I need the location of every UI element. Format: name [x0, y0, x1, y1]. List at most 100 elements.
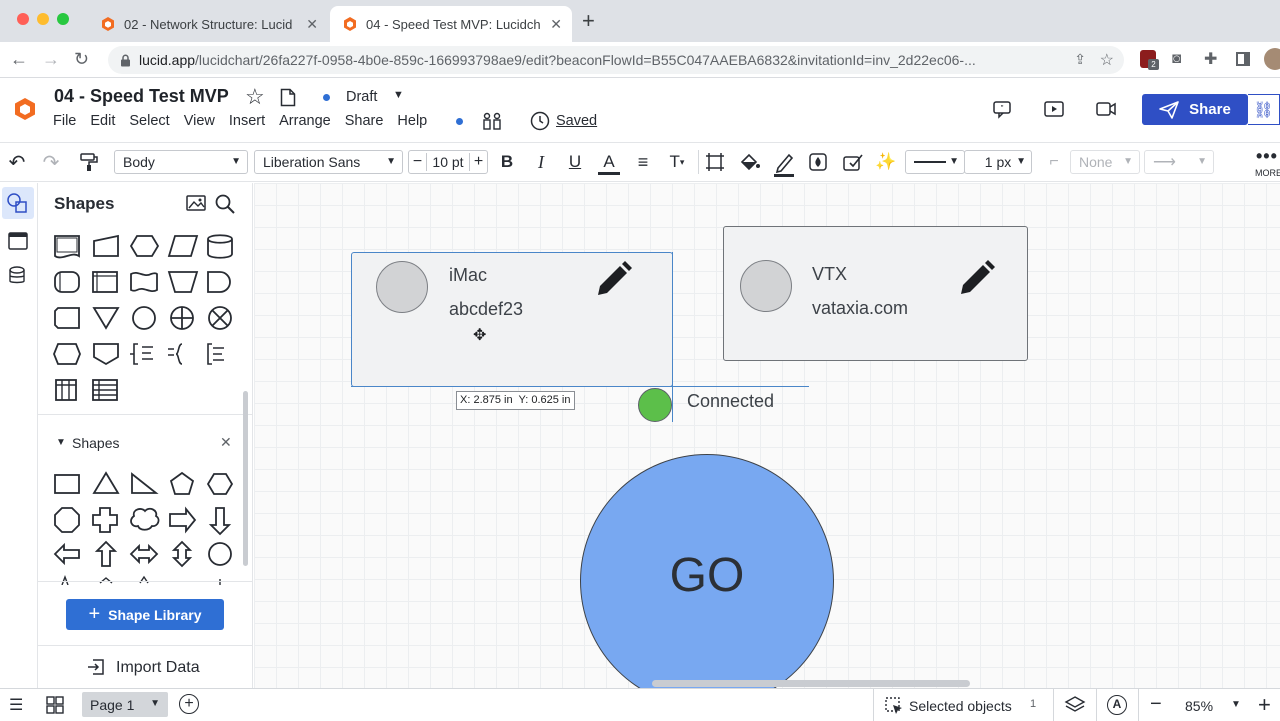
more-label[interactable]: MORE: [1255, 168, 1280, 178]
font-size-decrease-button[interactable]: −: [409, 153, 427, 171]
underline-icon[interactable]: U: [564, 151, 586, 173]
draft-status[interactable]: Draft: [346, 89, 377, 105]
menu-view[interactable]: View: [184, 113, 215, 129]
bold-icon[interactable]: B: [496, 151, 518, 173]
line-width-select[interactable]: 1 px ▼: [964, 150, 1032, 174]
menu-edit[interactable]: Edit: [90, 113, 115, 129]
format-painter-icon[interactable]: [79, 152, 99, 172]
menu-share[interactable]: Share: [345, 113, 384, 129]
zoom-out-button[interactable]: −: [1150, 693, 1162, 716]
grid-view-icon[interactable]: [45, 696, 65, 714]
close-section-icon[interactable]: ✕: [220, 434, 232, 451]
page-tab[interactable]: Page 1 ▼: [82, 692, 168, 717]
tab-close-icon[interactable]: ✕: [306, 16, 318, 33]
forward-arrow-icon[interactable]: →: [42, 49, 60, 70]
device-name[interactable]: VTX: [812, 264, 847, 285]
canvas-scrollbar[interactable]: [652, 680, 970, 687]
magic-wand-icon[interactable]: ✨: [875, 151, 897, 173]
saved-status-link[interactable]: Saved: [556, 113, 597, 129]
back-arrow-icon[interactable]: ←: [10, 49, 28, 70]
basic-shapes-grid[interactable]: [50, 469, 240, 585]
import-data-link[interactable]: Import Data: [116, 659, 200, 677]
present-icon[interactable]: [1043, 99, 1065, 119]
device-id[interactable]: vataxia.com: [812, 298, 908, 319]
go-button-circle[interactable]: GO: [580, 454, 834, 688]
connector-style-icon[interactable]: ⌐: [1043, 151, 1065, 173]
device-avatar[interactable]: [376, 261, 428, 313]
shape-bounds-icon[interactable]: [705, 152, 725, 172]
window-close-button[interactable]: [17, 13, 29, 25]
collapse-triangle-icon[interactable]: ▼: [56, 437, 66, 448]
text-options-icon[interactable]: T ▾: [666, 151, 688, 173]
style-library-icon[interactable]: [842, 152, 864, 172]
frame-icon[interactable]: [7, 231, 29, 251]
redo-icon[interactable]: ↷: [40, 151, 62, 174]
fill-color-icon[interactable]: [739, 152, 761, 172]
puzzle-extensions-icon[interactable]: ✚: [1204, 49, 1217, 69]
menu-select[interactable]: Select: [129, 113, 169, 129]
browser-tab-network-structure[interactable]: 02 - Network Structure: Lucid ✕: [88, 6, 328, 42]
share-button[interactable]: Share: [1142, 94, 1248, 125]
line-style-select[interactable]: ▼: [905, 150, 965, 174]
selected-objects-label[interactable]: Selected objects: [909, 698, 1012, 714]
favorite-star-icon[interactable]: ☆: [245, 84, 265, 110]
style-select[interactable]: Body ▼: [114, 150, 248, 174]
shape-library-button[interactable]: + Shape Library: [66, 599, 224, 630]
menu-insert[interactable]: Insert: [229, 113, 265, 129]
zoom-chevron-down-icon[interactable]: ▼: [1231, 699, 1241, 710]
search-icon[interactable]: [214, 193, 236, 215]
diagram-canvas[interactable]: iMac abcdef23 ✥ VTX vataxia.com X: 2.875…: [254, 183, 1280, 688]
chevron-down-icon[interactable]: ▼: [150, 698, 160, 709]
flowchart-shapes-grid[interactable]: [50, 229, 240, 401]
browser-tab-speed-test[interactable]: 04 - Speed Test MVP: Lucidch ✕: [330, 6, 572, 42]
lucid-logo-icon[interactable]: [12, 96, 38, 122]
image-search-icon[interactable]: [185, 193, 207, 213]
font-size-increase-button[interactable]: +: [469, 153, 487, 171]
status-chevron-down-icon[interactable]: ▼: [393, 89, 404, 101]
video-call-icon[interactable]: [1095, 100, 1117, 118]
shapes-rail-button[interactable]: [2, 187, 34, 219]
menu-arrange[interactable]: Arrange: [279, 113, 331, 129]
data-icon[interactable]: [7, 265, 29, 287]
list-view-icon[interactable]: ☰: [9, 695, 23, 715]
collaboration-icon[interactable]: [482, 111, 502, 131]
zoom-level[interactable]: 85%: [1185, 698, 1213, 714]
menu-help[interactable]: Help: [397, 113, 427, 129]
share-page-icon[interactable]: ⇪: [1074, 51, 1086, 68]
bookmark-star-icon[interactable]: ☆: [1100, 50, 1114, 70]
device-id[interactable]: abcdef23: [449, 299, 523, 320]
accessibility-icon[interactable]: A: [1107, 695, 1127, 715]
shapes-section-label[interactable]: Shapes: [72, 435, 119, 451]
start-endpoint-select[interactable]: None ▼: [1070, 150, 1140, 174]
status-indicator-circle[interactable]: [638, 388, 672, 422]
profile-avatar[interactable]: [1264, 48, 1280, 70]
pencil-edit-icon[interactable]: [594, 259, 634, 299]
document-icon[interactable]: [280, 88, 296, 107]
more-dots-icon[interactable]: •••: [1256, 146, 1278, 167]
text-color-icon[interactable]: A: [598, 151, 620, 175]
font-select[interactable]: Liberation Sans ▼: [254, 150, 403, 174]
zoom-in-button[interactable]: +: [1258, 692, 1271, 718]
device-card-imac[interactable]: iMac abcdef23 ✥: [351, 252, 673, 387]
line-color-icon[interactable]: [773, 151, 795, 177]
end-endpoint-select[interactable]: ⟶ ▼: [1144, 150, 1214, 174]
font-size-value[interactable]: 10 pt: [427, 154, 469, 170]
text-align-icon[interactable]: ≡: [632, 151, 654, 173]
comments-icon[interactable]: ": [992, 99, 1012, 119]
device-name[interactable]: iMac: [449, 265, 487, 286]
opacity-icon[interactable]: [808, 152, 828, 172]
extension-icon[interactable]: 2: [1140, 50, 1159, 70]
url-bar[interactable]: lucid.app/lucidchart/26fa227f-0958-4b0e-…: [108, 46, 1124, 74]
document-title[interactable]: 04 - Speed Test MVP: [54, 86, 229, 107]
import-icon[interactable]: [86, 657, 106, 677]
device-card-vtx[interactable]: VTX vataxia.com: [723, 226, 1028, 361]
new-tab-plus-icon[interactable]: +: [582, 10, 595, 32]
menu-file[interactable]: File: [53, 113, 76, 129]
window-minimize-button[interactable]: [37, 13, 49, 25]
layers-icon[interactable]: [1064, 695, 1086, 715]
undo-icon[interactable]: ↶: [6, 151, 28, 174]
connection-status-label[interactable]: Connected: [687, 391, 774, 412]
pencil-edit-icon[interactable]: [957, 258, 997, 298]
tab-close-icon[interactable]: ✕: [550, 16, 562, 33]
font-size-stepper[interactable]: − 10 pt +: [408, 150, 488, 174]
